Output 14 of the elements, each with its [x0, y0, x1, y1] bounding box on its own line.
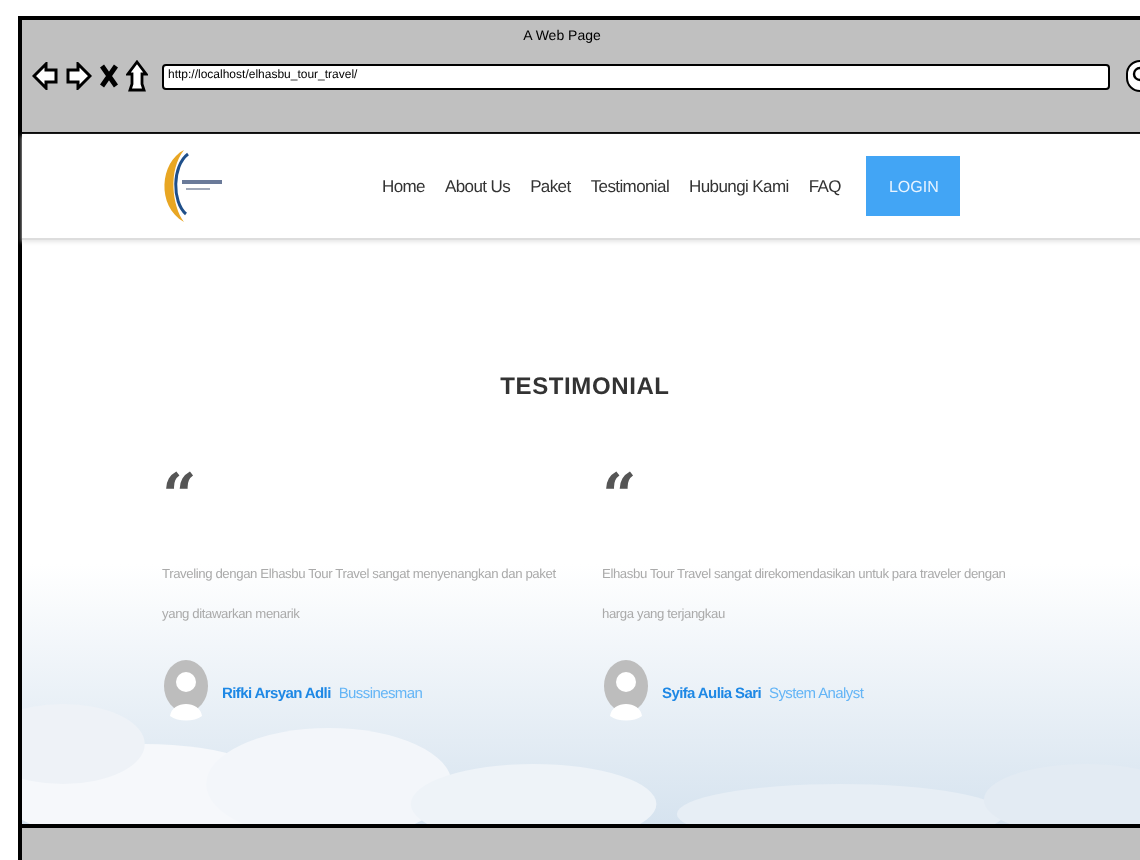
forward-icon[interactable] [66, 62, 92, 90]
section-title: TESTIMONIAL [498, 372, 672, 400]
close-icon[interactable] [100, 64, 118, 88]
back-icon[interactable] [32, 62, 58, 90]
avatar-icon [602, 660, 650, 724]
quote-mark: “ [602, 476, 639, 512]
nav-link[interactable]: Testimonial [590, 176, 670, 196]
quote-mark: “ [162, 476, 199, 512]
nav-link[interactable]: Home [382, 176, 425, 196]
nav-link[interactable]: About Us [444, 176, 511, 196]
nav-link[interactable]: FAQ [808, 176, 841, 196]
avatar-icon [162, 660, 210, 724]
nav-link[interactable]: Paket [530, 176, 571, 196]
nav-link[interactable]: Hubungi Kami [689, 176, 789, 196]
